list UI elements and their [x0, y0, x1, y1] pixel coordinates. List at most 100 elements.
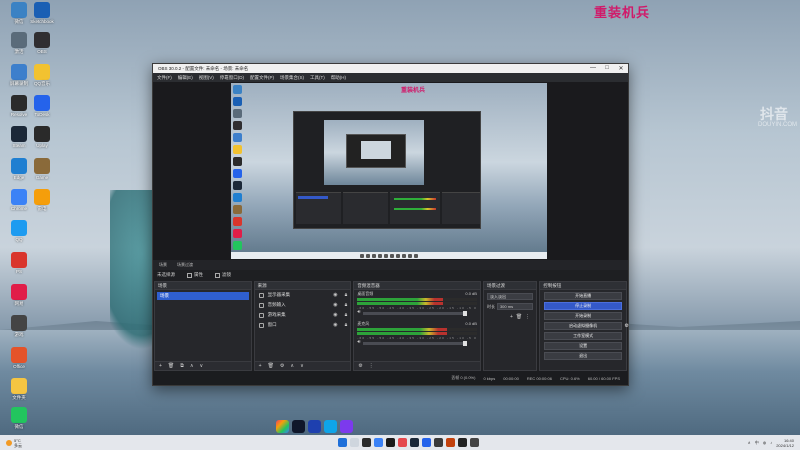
speaker-icon[interactable]: 🔊︎: [357, 339, 360, 345]
desktop-icon[interactable]: Uplay: [27, 126, 57, 148]
minimize-button[interactable]: —: [586, 65, 600, 72]
add-source-button[interactable]: +: [259, 363, 262, 369]
preview-area[interactable]: 重装机兵: [153, 82, 628, 260]
menu-docks[interactable]: 停靠窗口(D): [220, 75, 244, 81]
virtual-camera-button[interactable]: 启动虚拟摄像机 ⚙: [544, 322, 629, 330]
app-icon[interactable]: [470, 438, 479, 447]
volume-slider[interactable]: [363, 311, 467, 316]
mixer-menu-icon[interactable]: ⋮: [369, 363, 374, 369]
obs-titlebar[interactable]: OBS 30.0.2 - 配置文件: 未命名 - 场景: 未命名 — □ ✕: [153, 64, 628, 73]
desktop-icon[interactable]: 雷电: [27, 189, 57, 211]
volume-slider[interactable]: [363, 341, 467, 346]
app-icon[interactable]: [446, 438, 455, 447]
app-icon[interactable]: [398, 438, 407, 447]
mixer-settings-icon[interactable]: ⚙: [358, 363, 362, 369]
lock-icon[interactable]: 🔒︎: [345, 302, 348, 308]
bitrate: 0 kbps: [483, 375, 496, 381]
desktop-icon[interactable]: 文件夹: [4, 378, 34, 400]
search-icon[interactable]: [350, 438, 359, 447]
properties-button[interactable]: 属性: [187, 272, 203, 278]
lock-icon[interactable]: 🔒︎: [345, 322, 348, 328]
add-transition-button[interactable]: +: [510, 314, 513, 320]
settings-button[interactable]: 设置: [544, 342, 623, 350]
transition-select[interactable]: 淡入淡出: [486, 293, 534, 300]
visibility-eye-icon[interactable]: ◉: [333, 312, 337, 318]
remove-transition-button[interactable]: 🗑: [516, 314, 522, 320]
desktop-icon[interactable]: Game: [27, 158, 57, 180]
desktop-icon[interactable]: QQ音乐: [27, 64, 57, 86]
source-item[interactable]: 游戏采集 ◉ 🔒︎: [255, 310, 351, 320]
exit-button[interactable]: 退出: [544, 352, 623, 360]
scene-item[interactable]: 场景: [157, 292, 249, 300]
preview-canvas[interactable]: 重装机兵: [231, 83, 547, 259]
desktop-icon[interactable]: 微信: [4, 407, 34, 429]
tab-scene[interactable]: 场景: [159, 262, 167, 268]
app-icon[interactable]: [362, 438, 371, 447]
lock-icon[interactable]: 🔒︎: [345, 292, 348, 298]
move-source-down-button[interactable]: ∨: [300, 363, 304, 369]
app-icon[interactable]: [324, 420, 337, 433]
desktop-icon[interactable]: 网易: [4, 284, 34, 306]
app-icon[interactable]: [434, 438, 443, 447]
desktop-icon[interactable]: Office: [4, 347, 34, 369]
studio-mode-button[interactable]: 工作室模式: [544, 332, 623, 340]
remove-source-button[interactable]: 🗑: [268, 363, 274, 369]
scene-filter-button[interactable]: ⧉: [180, 363, 184, 369]
desktop-icon[interactable]: Sketchbook: [27, 2, 57, 24]
move-scene-up-button[interactable]: ∧: [190, 363, 194, 369]
maximize-button[interactable]: □: [600, 65, 614, 72]
filter-icon: [215, 272, 220, 278]
menu-file[interactable]: 文件(F): [157, 75, 172, 81]
filters-button[interactable]: 滤镜: [215, 272, 231, 278]
app-icon[interactable]: [292, 420, 305, 433]
visibility-eye-icon[interactable]: ◉: [333, 322, 337, 328]
desktop-icon[interactable]: ToDesk: [27, 95, 57, 117]
lock-icon[interactable]: 🔒︎: [345, 312, 348, 318]
menu-tools[interactable]: 工具(T): [310, 75, 325, 81]
input-language[interactable]: 中: [755, 440, 759, 446]
move-source-up-button[interactable]: ∧: [290, 363, 294, 369]
desktop-icon[interactable]: PS: [4, 252, 34, 274]
add-scene-button[interactable]: +: [159, 363, 162, 369]
close-button[interactable]: ✕: [614, 65, 628, 72]
remove-scene-button[interactable]: 🗑: [168, 363, 174, 369]
start-icon[interactable]: [338, 438, 347, 447]
weather-widget[interactable]: 5°C 多云: [0, 438, 22, 448]
duration-input[interactable]: 300 ms: [496, 303, 534, 310]
menu-edit[interactable]: 编辑(E): [178, 75, 193, 81]
clock[interactable]: 16:40 2024/1/12: [776, 438, 794, 448]
source-item[interactable]: 音频输入 ◉ 🔒︎: [255, 300, 351, 310]
desktop-icon[interactable]: 游戏: [4, 315, 34, 337]
menu-help[interactable]: 帮助(H): [331, 75, 346, 81]
stop-recording-button[interactable]: 停止录制: [544, 302, 623, 310]
speaker-icon[interactable]: 🔊︎: [357, 309, 360, 315]
menu-scene-collection[interactable]: 场景集合(S): [280, 75, 304, 81]
app-icon[interactable]: [340, 420, 353, 433]
desktop-icon[interactable]: QQ: [4, 220, 34, 242]
tray-chevron-icon[interactable]: ∧: [748, 440, 751, 445]
gear-icon[interactable]: ⚙: [625, 323, 629, 329]
tab-scene-transition[interactable]: 场景过渡: [177, 262, 193, 268]
menu-profile[interactable]: 配置文件(P): [250, 75, 274, 81]
app-icon[interactable]: [308, 420, 321, 433]
app-icon[interactable]: [422, 438, 431, 447]
source-item[interactable]: 窗口 ◉ 🔒︎: [255, 320, 351, 330]
volume-icon[interactable]: ♪: [770, 440, 772, 445]
app-icon[interactable]: [276, 420, 289, 433]
obs-icon[interactable]: [386, 438, 395, 447]
steam-icon[interactable]: [410, 438, 419, 447]
app-icon[interactable]: [458, 438, 467, 447]
source-item[interactable]: 显示器采集 ◉ 🔒︎: [255, 290, 351, 300]
obs-window[interactable]: OBS 30.0.2 - 配置文件: 未命名 - 场景: 未命名 — □ ✕ 文…: [152, 63, 629, 386]
start-recording-button[interactable]: 开始录制: [544, 312, 623, 320]
visibility-eye-icon[interactable]: ◉: [333, 292, 337, 298]
transition-menu-button[interactable]: ⋮: [525, 314, 530, 320]
network-icon[interactable]: ◍: [763, 440, 767, 445]
start-streaming-button[interactable]: 开始直播: [544, 292, 623, 300]
source-properties-button[interactable]: ⚙: [280, 363, 284, 369]
move-scene-down-button[interactable]: ∨: [200, 363, 204, 369]
desktop-icon[interactable]: OBS: [27, 32, 57, 54]
app-icon[interactable]: [374, 438, 383, 447]
visibility-eye-icon[interactable]: ◉: [333, 302, 337, 308]
menu-view[interactable]: 视图(V): [199, 75, 214, 81]
